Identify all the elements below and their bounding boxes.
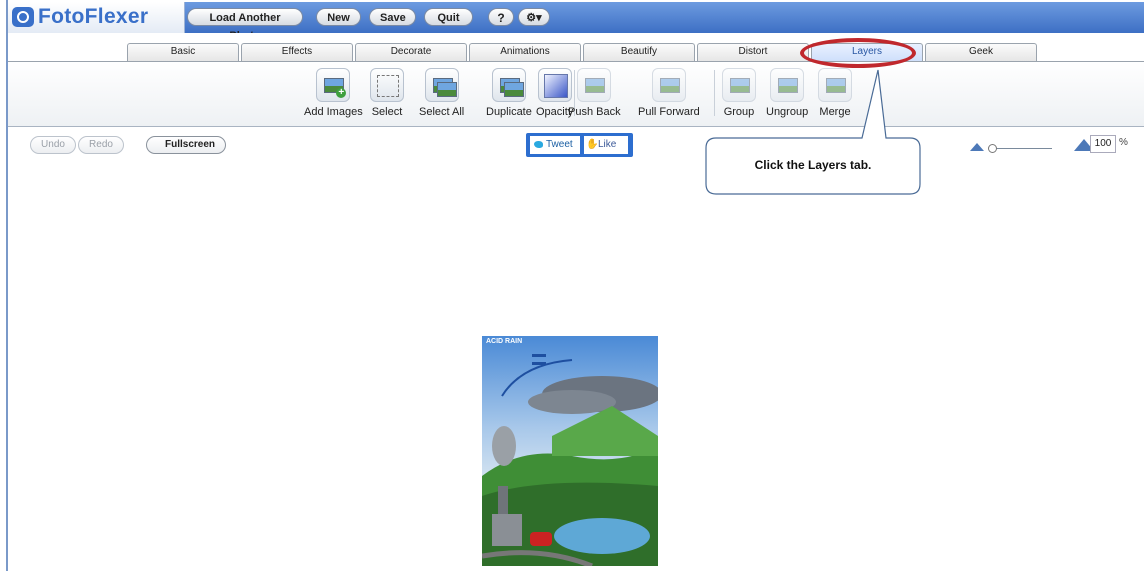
save-button[interactable]: Save <box>369 8 416 26</box>
logo-panel: FotoFlexer <box>8 2 185 33</box>
add-image-icon: + <box>316 68 351 102</box>
new-button[interactable]: New <box>316 8 361 26</box>
help-button[interactable]: ? <box>488 8 514 26</box>
callout-text: Click the Layers tab. <box>754 158 872 172</box>
tab-bar: Basic Effects Decorate Animations Beauti… <box>8 33 1144 61</box>
ungroup-label: Ungroup <box>766 106 809 118</box>
opacity-gradient-icon <box>537 68 572 102</box>
zoom-slider-track[interactable] <box>990 148 1052 149</box>
tab-distort[interactable]: Distort <box>697 43 809 61</box>
zoom-slider-knob[interactable] <box>988 144 997 153</box>
undo-button[interactable]: Undo <box>30 136 76 154</box>
duplicate-icon <box>491 68 526 102</box>
fullscreen-button[interactable]: Fullscreen <box>146 136 226 154</box>
tab-decorate[interactable]: Decorate <box>355 43 467 61</box>
add-images-tool[interactable]: + Add Images <box>304 68 363 118</box>
select-label: Select <box>371 106 403 118</box>
group-label: Group <box>723 106 755 118</box>
zoom-out-mountain-icon[interactable] <box>970 143 984 151</box>
push-back-label: Push Back <box>568 106 621 118</box>
quit-button[interactable]: Quit <box>424 8 473 26</box>
select-all-label: Select All <box>419 106 465 118</box>
tab-beautify[interactable]: Beautify <box>583 43 695 61</box>
like-button[interactable]: Like <box>584 136 628 154</box>
photo-title: ACID RAIN <box>486 338 523 345</box>
tweet-button[interactable]: Tweet <box>530 136 580 154</box>
canvas-photo[interactable]: ACID RAIN <box>482 336 658 566</box>
layers-toolbar: + Add Images Select Select All Duplicate… <box>8 61 1144 127</box>
duplicate-label: Duplicate <box>486 106 532 118</box>
tab-geek[interactable]: Geek <box>925 43 1037 61</box>
group-icon <box>722 68 756 102</box>
zoom-value[interactable]: 100 <box>1090 135 1116 153</box>
merge-tool[interactable]: Merge <box>818 68 852 118</box>
selection-marquee-icon <box>370 68 404 102</box>
layers-tab-highlight-ring <box>800 38 916 68</box>
top-bar: FotoFlexer Load Another Photo New Save Q… <box>8 2 1144 42</box>
zoom-unit: % <box>1119 137 1128 148</box>
push-back-icon <box>577 68 612 102</box>
ungroup-icon <box>770 68 805 102</box>
merge-icon <box>818 68 852 102</box>
toolbar-divider <box>714 70 715 116</box>
settings-gear-button[interactable]: ⚙▾ <box>518 8 550 26</box>
tab-effects[interactable]: Effects <box>241 43 353 61</box>
social-share-bar: Tweet Like <box>526 133 633 157</box>
pull-forward-label: Pull Forward <box>638 106 700 118</box>
group-tool[interactable]: Group <box>722 68 756 118</box>
tab-basic[interactable]: Basic <box>127 43 239 61</box>
duplicate-tool[interactable]: Duplicate <box>486 68 532 118</box>
merge-label: Merge <box>819 106 851 118</box>
logo-text: FotoFlexer <box>38 5 149 28</box>
select-all-icon <box>424 68 459 102</box>
pull-forward-tool[interactable]: Pull Forward <box>638 68 700 118</box>
pull-forward-icon <box>651 68 686 102</box>
ungroup-tool[interactable]: Ungroup <box>766 68 808 118</box>
load-another-photo-button[interactable]: Load Another Photo <box>187 8 303 42</box>
redo-button[interactable]: Redo <box>78 136 124 154</box>
add-images-label: Add Images <box>304 106 363 118</box>
select-tool[interactable]: Select <box>370 68 404 118</box>
app-window: FotoFlexer Load Another Photo New Save Q… <box>0 0 1144 571</box>
camera-logo-icon <box>12 7 34 27</box>
fullscreen-label: Fullscreen <box>164 139 216 150</box>
push-back-tool[interactable]: Push Back <box>568 68 621 118</box>
select-all-tool[interactable]: Select All <box>419 68 464 118</box>
logo: FotoFlexer <box>12 5 148 29</box>
tab-animations[interactable]: Animations <box>469 43 581 61</box>
acid-rain-illustration <box>482 354 658 566</box>
